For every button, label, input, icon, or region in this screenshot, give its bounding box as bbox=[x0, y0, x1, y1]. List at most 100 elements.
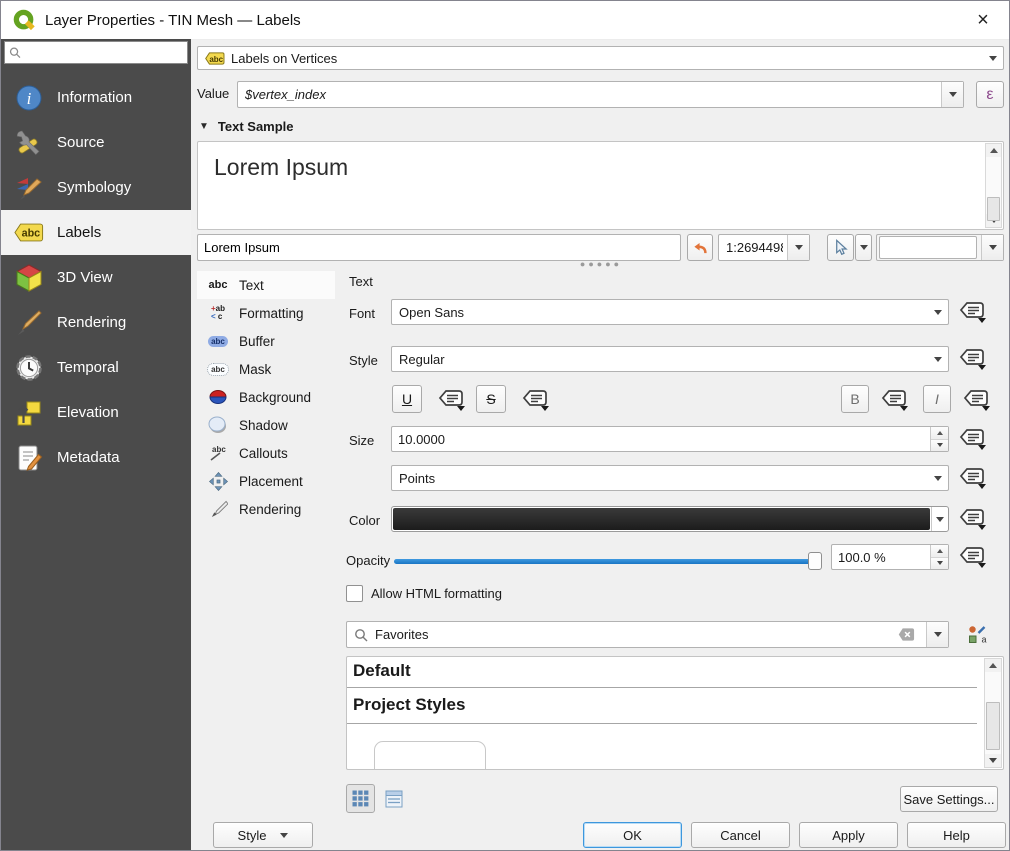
color-dropdown-icon[interactable] bbox=[931, 507, 948, 531]
sidebar-item-label: Rendering bbox=[57, 314, 126, 331]
data-defined-override-icon bbox=[957, 427, 987, 451]
opacity-override-button[interactable] bbox=[955, 542, 989, 572]
size-unit-select[interactable]: Points bbox=[391, 465, 949, 491]
list-view-button[interactable] bbox=[382, 787, 406, 811]
value-expression-combo[interactable]: $vertex_index bbox=[237, 81, 964, 108]
preview-scale-combo[interactable]: 1:2694498 bbox=[718, 234, 810, 261]
sidebar-item-elevation[interactable]: Elevation bbox=[1, 390, 191, 435]
bold-override-button[interactable] bbox=[877, 387, 911, 413]
scroll-up-icon[interactable] bbox=[986, 144, 1001, 157]
size-spinbox[interactable]: 10.0000 bbox=[391, 426, 949, 452]
sidebar-item-3d-view[interactable]: 3D View bbox=[1, 255, 191, 300]
slider-thumb[interactable] bbox=[808, 552, 822, 570]
style-override-button[interactable] bbox=[955, 344, 989, 374]
extra-combo[interactable] bbox=[876, 234, 1004, 261]
scrollbar-thumb[interactable] bbox=[987, 197, 1000, 221]
tab-background[interactable]: Background bbox=[197, 383, 335, 411]
map-settings-dropdown[interactable] bbox=[855, 234, 872, 261]
sidebar-item-source[interactable]: Source bbox=[1, 120, 191, 165]
opacity-spinbox[interactable]: 100.0 % bbox=[831, 544, 949, 570]
sidebar-item-rendering[interactable]: Rendering bbox=[1, 300, 191, 345]
data-defined-override-icon bbox=[961, 388, 991, 412]
sidebar-item-labels[interactable]: abc Labels bbox=[1, 210, 191, 255]
tab-callouts[interactable]: abc Callouts bbox=[197, 439, 335, 467]
labeling-mode-select[interactable]: abc Labels on Vertices bbox=[197, 46, 1004, 70]
splitter-handle[interactable]: ●●●●● bbox=[576, 259, 626, 269]
chevron-down-icon bbox=[280, 833, 288, 838]
chevron-down-icon[interactable] bbox=[787, 235, 809, 260]
style-manager-button[interactable]: a bbox=[961, 621, 995, 648]
reset-sample-button[interactable] bbox=[687, 234, 713, 261]
color-button[interactable] bbox=[391, 506, 949, 532]
scroll-up-icon[interactable] bbox=[985, 659, 1001, 672]
data-defined-override-icon bbox=[436, 388, 466, 412]
color-override-button[interactable] bbox=[955, 504, 989, 534]
label-tag-icon: abc bbox=[205, 52, 225, 65]
panel-header: Text bbox=[349, 274, 373, 289]
sidebar-item-symbology[interactable]: Symbology bbox=[1, 165, 191, 210]
font-override-button[interactable] bbox=[955, 297, 989, 327]
save-settings-button[interactable]: Save Settings... bbox=[900, 786, 998, 812]
text-sample-header[interactable]: ▼ Text Sample bbox=[199, 119, 294, 134]
icon-view-button[interactable] bbox=[346, 784, 375, 813]
label-style-tabs: abc Text +ab< c Formatting abc Buffer ab… bbox=[197, 271, 335, 523]
strikethrough-override-button[interactable] bbox=[518, 387, 552, 413]
sidebar-search-input[interactable] bbox=[25, 45, 183, 60]
style-select[interactable]: Regular bbox=[391, 346, 949, 372]
close-icon[interactable]: × bbox=[969, 6, 997, 34]
elevation-icon bbox=[14, 398, 44, 428]
font-select[interactable]: Open Sans bbox=[391, 299, 949, 325]
chevron-down-icon[interactable] bbox=[941, 82, 963, 107]
sidebar-item-temporal[interactable]: Temporal bbox=[1, 345, 191, 390]
tab-formatting[interactable]: +ab< c Formatting bbox=[197, 299, 335, 327]
tab-text[interactable]: abc Text bbox=[197, 271, 335, 299]
tab-buffer[interactable]: abc Buffer bbox=[197, 327, 335, 355]
spin-buttons[interactable] bbox=[930, 427, 948, 451]
list-view-icon bbox=[385, 790, 403, 808]
chevron-down-icon[interactable] bbox=[926, 622, 948, 647]
svg-text:abc: abc bbox=[22, 228, 41, 240]
tab-mask[interactable]: abc Mask bbox=[197, 355, 335, 383]
help-button[interactable]: Help bbox=[907, 822, 1006, 848]
ok-button[interactable]: OK bbox=[583, 822, 682, 848]
sidebar-search[interactable] bbox=[4, 41, 188, 64]
cancel-button[interactable]: Cancel bbox=[691, 822, 790, 848]
sidebar-item-metadata[interactable]: Metadata bbox=[1, 435, 191, 480]
scroll-down-icon[interactable] bbox=[985, 754, 1001, 767]
underline-override-button[interactable] bbox=[434, 387, 468, 413]
labels-panel: abc Labels on Vertices Value $vertex_ind… bbox=[191, 39, 1010, 850]
scrollbar-thumb[interactable] bbox=[986, 702, 1000, 750]
opacity-slider[interactable] bbox=[394, 551, 822, 571]
allow-html-checkbox[interactable] bbox=[346, 585, 363, 602]
tab-shadow[interactable]: Shadow bbox=[197, 411, 335, 439]
bold-button[interactable]: B bbox=[841, 385, 869, 413]
sidebar-item-label: 3D View bbox=[57, 269, 113, 286]
sidebar-item-information[interactable]: i Information bbox=[1, 75, 191, 120]
apply-button[interactable]: Apply bbox=[799, 822, 898, 848]
size-unit-override-button[interactable] bbox=[955, 463, 989, 493]
size-override-button[interactable] bbox=[955, 424, 989, 454]
italic-override-button[interactable] bbox=[959, 387, 993, 413]
expression-builder-button[interactable]: ε bbox=[976, 81, 1004, 108]
chevron-down-icon[interactable] bbox=[981, 235, 1003, 260]
sidebar-nav: i Information Source bbox=[1, 75, 191, 480]
tab-rendering[interactable]: Rendering bbox=[197, 495, 335, 523]
strikethrough-button[interactable]: S bbox=[476, 385, 506, 413]
style-thumbnail[interactable] bbox=[374, 741, 486, 770]
underline-button[interactable]: U bbox=[392, 385, 422, 413]
italic-button[interactable]: I bbox=[923, 385, 951, 413]
data-defined-override-icon bbox=[957, 300, 987, 324]
clear-filter-icon[interactable] bbox=[898, 627, 915, 642]
label-preview-text: Lorem Ipsum bbox=[214, 154, 348, 181]
style-menu-button[interactable]: Style bbox=[213, 822, 313, 848]
map-settings-button[interactable] bbox=[827, 234, 854, 261]
data-defined-override-icon bbox=[957, 347, 987, 371]
preview-scrollbar[interactable] bbox=[985, 143, 1002, 228]
style-filter-combo[interactable]: Favorites bbox=[346, 621, 949, 648]
sidebar-item-label: Source bbox=[57, 134, 105, 151]
tab-placement[interactable]: Placement bbox=[197, 467, 335, 495]
data-defined-override-icon bbox=[879, 388, 909, 412]
sample-text-input[interactable] bbox=[197, 234, 681, 261]
style-list-scrollbar[interactable] bbox=[984, 658, 1002, 768]
spin-buttons[interactable] bbox=[930, 545, 948, 569]
